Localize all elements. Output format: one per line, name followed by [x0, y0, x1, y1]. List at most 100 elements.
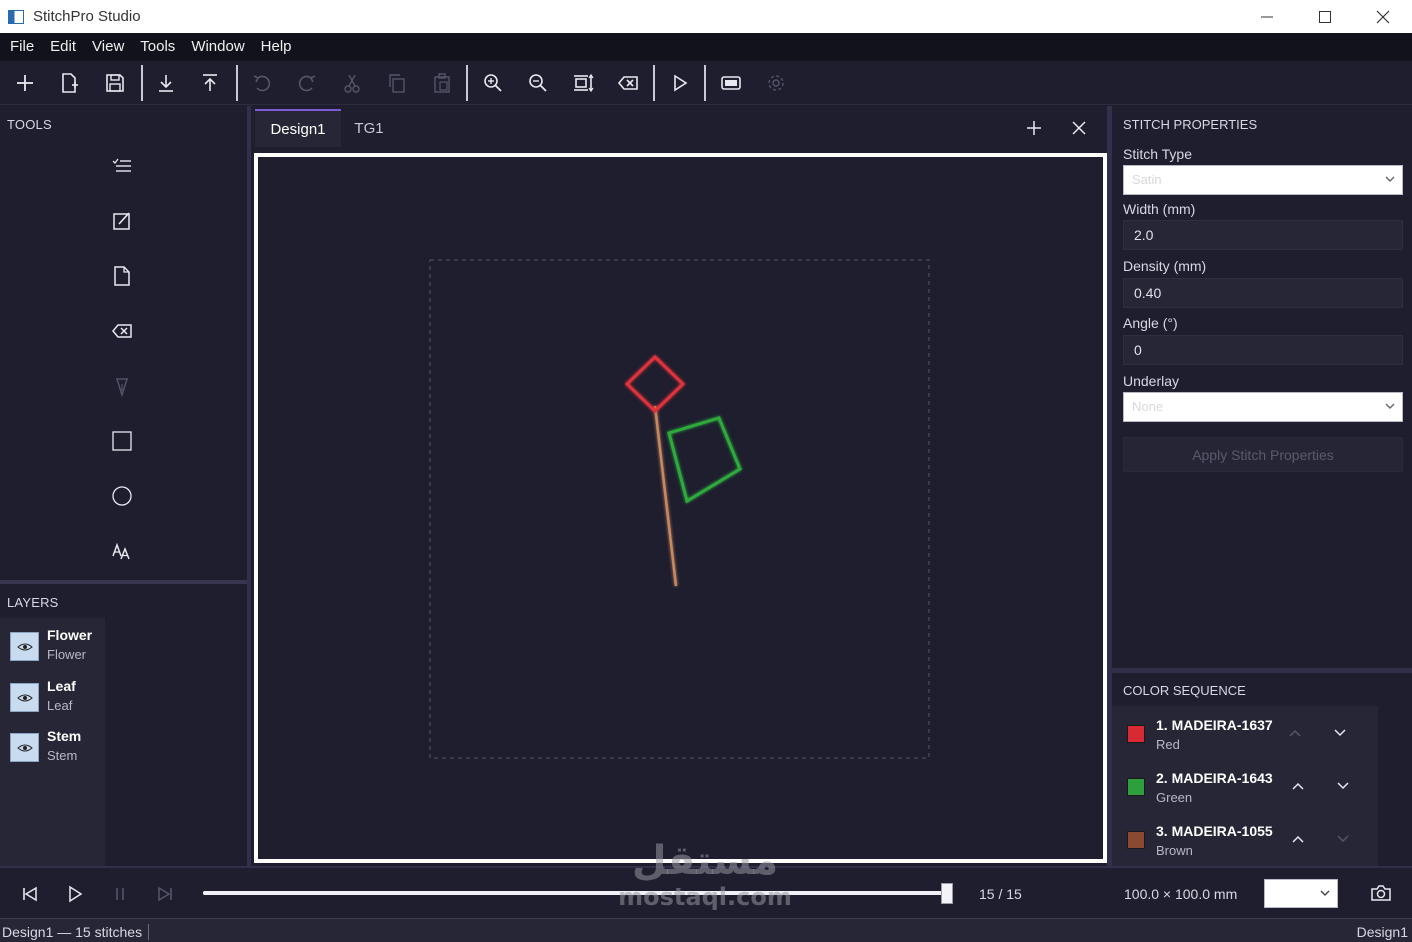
layer-row-leaf[interactable]: Leaf Leaf [0, 671, 105, 719]
toolbar-separator [653, 65, 655, 101]
open-button[interactable] [53, 67, 85, 99]
camera-icon [1371, 885, 1391, 901]
undo-button[interactable] [246, 67, 278, 99]
pen-tool-button[interactable] [106, 370, 138, 402]
stitch-slider-track[interactable] [203, 891, 947, 895]
layer-name: Leaf [47, 678, 76, 694]
stitch-slider-thumb[interactable] [941, 883, 953, 904]
download-icon [159, 75, 173, 92]
circle-icon [112, 486, 132, 506]
color-row-green[interactable]: 2. MADEIRA-1643 Green [1112, 759, 1378, 812]
paste-button[interactable] [426, 67, 458, 99]
layer-row-stem[interactable]: Stem Stem [0, 721, 105, 769]
width-input[interactable]: 2.0 [1123, 220, 1403, 250]
color-swatch [1127, 778, 1145, 796]
close-window-button[interactable] [1354, 0, 1412, 33]
chevron-down-icon [1334, 729, 1346, 737]
tab-design1[interactable]: Design1 [255, 109, 341, 147]
new-tab-button[interactable] [1022, 116, 1046, 140]
upload-icon [203, 74, 217, 91]
density-input[interactable]: 0.40 [1123, 278, 1403, 308]
layers-label: LAYERS [7, 595, 59, 610]
pause-button[interactable] [108, 882, 132, 906]
screenshot-button[interactable] [1368, 881, 1394, 905]
close-tab-button[interactable] [1067, 116, 1091, 140]
move-up-button[interactable] [1287, 775, 1309, 797]
settings-button[interactable] [760, 67, 792, 99]
visibility-toggle[interactable] [10, 683, 39, 712]
visibility-toggle[interactable] [10, 733, 39, 762]
move-up-button[interactable] [1284, 722, 1306, 744]
angle-input[interactable]: 0 [1123, 335, 1403, 365]
design-size: 100.0 × 100.0 mm [1124, 886, 1238, 902]
menu-view[interactable]: View [84, 33, 132, 61]
redo-button[interactable] [291, 67, 323, 99]
import-button[interactable] [150, 67, 182, 99]
layer-row-flower[interactable]: Flower Flower [0, 620, 105, 668]
stitch-slider-fill [203, 891, 947, 895]
color-subtitle: Red [1156, 737, 1180, 752]
zoom-out-button[interactable] [522, 67, 554, 99]
design-canvas[interactable] [254, 153, 1107, 863]
delete-tool-button[interactable] [106, 315, 138, 347]
visibility-toggle[interactable] [10, 632, 39, 661]
stitch-type-value: Satin [1132, 172, 1162, 187]
color-row-red[interactable]: 1. MADEIRA-1637 Red [1112, 706, 1378, 759]
angle-label: Angle (°) [1123, 315, 1178, 331]
color-subtitle: Brown [1156, 843, 1193, 858]
minimize-button[interactable] [1238, 0, 1296, 33]
skip-end-button[interactable] [153, 882, 177, 906]
move-up-button[interactable] [1287, 828, 1309, 850]
menu-help[interactable]: Help [253, 33, 300, 61]
toolbar-separator [704, 65, 706, 101]
eye-icon [16, 744, 33, 751]
zoom-in-button[interactable] [477, 67, 509, 99]
edit-tool-button[interactable] [106, 205, 138, 237]
fit-button[interactable] [567, 67, 599, 99]
save-button[interactable] [99, 67, 131, 99]
color-row-brown[interactable]: 3. MADEIRA-1055 Brown [1112, 812, 1378, 865]
monitor-button[interactable] [715, 67, 747, 99]
play-button[interactable] [664, 67, 696, 99]
panel-divider[interactable] [1112, 668, 1412, 673]
stitch-type-select[interactable]: Satin [1123, 165, 1403, 195]
zoom-out-icon [529, 74, 547, 92]
stitch-count: 15 / 15 [979, 886, 1022, 902]
underlay-value: None [1132, 399, 1164, 414]
color-name: 1. MADEIRA-1637 [1156, 717, 1273, 733]
skip-start-button[interactable] [18, 882, 42, 906]
menu-file[interactable]: File [2, 33, 42, 61]
stitch-type-label: Stitch Type [1123, 146, 1193, 162]
menu-window[interactable]: Window [183, 33, 252, 61]
new-button[interactable] [9, 67, 41, 99]
copy-button[interactable] [381, 67, 413, 99]
list-tool-button[interactable] [106, 150, 138, 182]
page-tool-button[interactable] [106, 260, 138, 292]
panel-divider[interactable] [0, 580, 247, 584]
text-tool-button[interactable] [106, 535, 138, 567]
left-splitter[interactable] [247, 106, 251, 866]
maximize-button[interactable] [1296, 0, 1354, 33]
apply-stitch-properties-button[interactable]: Apply Stitch Properties [1123, 437, 1403, 472]
delete-button[interactable] [612, 67, 644, 99]
underlay-select[interactable]: None [1123, 392, 1403, 422]
cut-button[interactable] [336, 67, 368, 99]
export-button[interactable] [194, 67, 226, 99]
move-down-button[interactable] [1329, 722, 1351, 744]
playback-play-button[interactable] [63, 882, 87, 906]
pen-nib-icon [116, 378, 128, 397]
menu-edit[interactable]: Edit [42, 33, 84, 61]
move-down-button[interactable] [1332, 775, 1354, 797]
chevron-down-icon [1337, 782, 1349, 790]
tab-tg1[interactable]: TG1 [341, 109, 397, 147]
canvas-drawing [429, 259, 930, 759]
move-down-button[interactable] [1332, 828, 1354, 850]
copy-icon [389, 74, 405, 93]
zoom-select[interactable] [1264, 879, 1338, 908]
menu-tools[interactable]: Tools [132, 33, 183, 61]
app-icon [8, 9, 24, 24]
rectangle-tool-button[interactable] [106, 425, 138, 457]
play-icon [69, 885, 83, 903]
chevron-up-icon [1292, 782, 1304, 790]
circle-tool-button[interactable] [106, 480, 138, 512]
